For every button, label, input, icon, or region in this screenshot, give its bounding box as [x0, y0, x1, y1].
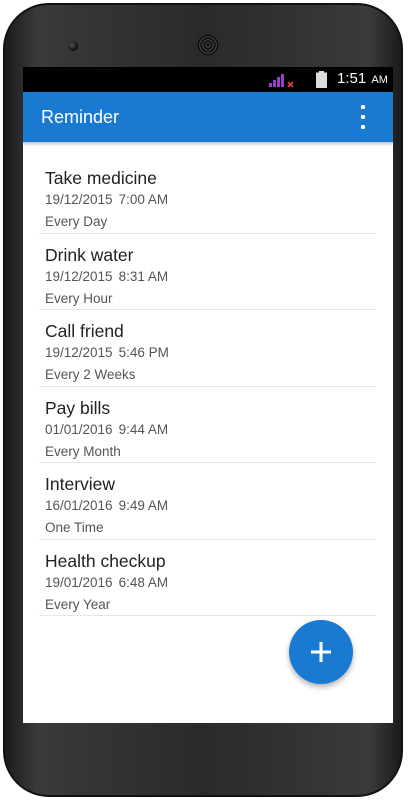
- reminder-item[interactable]: Drink water 19/12/2015 8:31 AM Every Hour: [39, 234, 376, 310]
- reminder-date: 19/12/2015: [45, 268, 113, 284]
- reminder-title: Take medicine: [45, 168, 157, 188]
- reminder-datetime: 19/12/2015 7:00 AM: [45, 190, 376, 210]
- device-screen: 1:51 AM Reminder Take medicine 19/12/2015…: [23, 67, 393, 723]
- reminder-date: 19/12/2015: [45, 345, 113, 360]
- battery-icon: [316, 71, 327, 88]
- reminder-date: 19/01/2016: [45, 574, 113, 590]
- reminder-datetime: 19/12/2015 5:46 PM: [45, 343, 376, 363]
- reminder-repeat: Every Year: [45, 596, 111, 612]
- clock-time: 1:51: [337, 70, 367, 87]
- reminder-time: 5:46 PM: [118, 345, 169, 360]
- reminder-repeat: One Time: [45, 520, 104, 535]
- reminder-repeat: Every Hour: [45, 290, 113, 306]
- reminder-datetime: 16/01/2016 9:49 AM: [45, 496, 376, 516]
- signal-bars-icon: [269, 74, 294, 88]
- reminder-datetime: 19/12/2015 8:31 AM: [45, 267, 376, 287]
- front-camera: [68, 41, 78, 51]
- reminder-title: Drink water: [45, 244, 134, 265]
- reminder-time: 7:00 AM: [118, 192, 169, 207]
- reminder-date: 01/01/2016: [45, 421, 113, 437]
- earpiece-speaker: [197, 34, 219, 56]
- reminder-date: 19/12/2015: [45, 192, 113, 207]
- reminder-item[interactable]: Take medicine 19/12/2015 7:00 AM Every Day: [39, 157, 376, 234]
- reminder-repeat: Every Day: [45, 214, 108, 229]
- add-reminder-button[interactable]: [289, 620, 353, 684]
- reminder-title: Health checkup: [45, 550, 166, 571]
- app-bar: Reminder: [23, 92, 393, 142]
- reminder-item[interactable]: Health checkup 19/01/2016 6:48 AM Every Yea…: [39, 540, 376, 616]
- reminder-time: 9:44 AM: [118, 421, 169, 437]
- reminder-list-container: Take medicine 19/12/2015 7:00 AM Every Day D…: [23, 142, 393, 723]
- status-clock: 1:51 AM: [337, 70, 388, 87]
- reminder-list: Take medicine 19/12/2015 7:00 AM Every Day D…: [39, 157, 376, 616]
- app-title: Reminder: [41, 107, 120, 127]
- plus-icon: [311, 642, 331, 662]
- reminder-title: Pay bills: [45, 397, 111, 418]
- reminder-time: 6:48 AM: [118, 574, 169, 590]
- reminder-item[interactable]: Call friend 19/12/2015 5:46 PM Every 2 Week…: [39, 310, 376, 387]
- phone-frame: 1:51 AM Reminder Take medicine 19/12/2015…: [3, 3, 403, 797]
- reminder-repeat: Every 2 Weeks: [45, 367, 136, 382]
- reminder-datetime: 01/01/2016 9:44 AM: [45, 420, 376, 440]
- reminder-item[interactable]: Interview 16/01/2016 9:49 AM One Time: [39, 463, 376, 540]
- clock-ampm: AM: [371, 74, 388, 86]
- status-bar: 1:51 AM: [23, 67, 393, 92]
- reminder-title: Call friend: [45, 321, 124, 341]
- overflow-menu-icon[interactable]: [357, 104, 369, 130]
- reminder-time: 9:49 AM: [118, 498, 169, 513]
- reminder-time: 8:31 AM: [118, 268, 169, 284]
- reminder-repeat: Every Month: [45, 443, 121, 459]
- reminder-title: Interview: [45, 474, 116, 494]
- reminder-date: 16/01/2016: [45, 498, 113, 513]
- reminder-item[interactable]: Pay bills 01/01/2016 9:44 AM Every Month: [39, 387, 376, 463]
- reminder-datetime: 19/01/2016 6:48 AM: [45, 573, 376, 593]
